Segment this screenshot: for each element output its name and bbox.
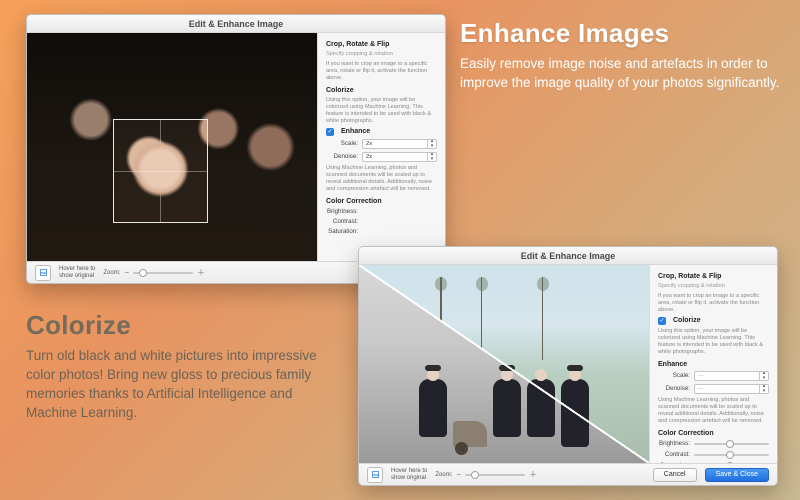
- zoom-out-icon[interactable]: −: [456, 470, 461, 479]
- brightness-slider[interactable]: [694, 440, 769, 448]
- scale-label: Scale:: [326, 140, 358, 147]
- colorize-section-title: Colorize: [673, 317, 701, 324]
- contrast-slider[interactable]: [694, 451, 769, 459]
- zoom-label: Zoom:: [103, 270, 120, 276]
- promo-colorize-title: Colorize: [26, 310, 346, 341]
- cancel-button[interactable]: Cancel: [653, 468, 697, 482]
- crop-section-title: Crop, Rotate & Flip: [326, 41, 437, 48]
- image-icon: [39, 268, 48, 277]
- show-original-toggle[interactable]: [35, 265, 51, 281]
- enhance-desc: Using Machine Learning, photos and scann…: [326, 165, 437, 193]
- contrast-label: Contrast:: [326, 218, 358, 225]
- crop-desc: If you want to crop an image to a specif…: [326, 61, 437, 82]
- show-original-toggle[interactable]: [367, 467, 383, 483]
- dialog-footer: Hover here to show original Zoom: − ＋ Ca…: [359, 463, 777, 485]
- side-panel: Crop, Rotate & Flip Specify cropping & r…: [317, 33, 445, 261]
- image-preview[interactable]: [359, 265, 649, 463]
- enhance-section-title: Enhance: [658, 361, 769, 368]
- saturation-label: Saturation:: [326, 228, 358, 235]
- colorize-checkbox-row[interactable]: ✓ Colorize: [658, 317, 769, 325]
- promo-enhance-body: Easily remove image noise and artefacts …: [460, 55, 780, 93]
- colorize-desc: Using this option, your image will be co…: [326, 97, 437, 125]
- enhance-section-title: Enhance: [341, 128, 370, 135]
- colorize-checkbox[interactable]: ✓: [658, 317, 666, 325]
- edit-enhance-window-2: Edit & Enhance Image Crop, Rotate & Flip…: [358, 246, 778, 486]
- crop-selection[interactable]: [114, 120, 207, 223]
- colorize-section-title: Colorize: [326, 87, 437, 94]
- zoom-slider[interactable]: [465, 474, 525, 476]
- hover-original-label: Hover here to show original: [59, 266, 95, 279]
- denoise-label: Denoise:: [658, 385, 690, 392]
- save-close-button[interactable]: Save & Close: [705, 468, 769, 482]
- promo-colorize-body: Turn old black and white pictures into i…: [26, 347, 346, 423]
- crop-subtitle: Specify cropping & rotation: [326, 51, 437, 58]
- denoise-label: Denoise:: [326, 153, 358, 160]
- crop-section-title: Crop, Rotate & Flip: [658, 273, 769, 280]
- crop-subtitle: Specify cropping & rotation: [658, 283, 769, 290]
- zoom-in-icon[interactable]: ＋: [197, 267, 205, 278]
- window-title: Edit & Enhance Image: [27, 15, 445, 33]
- step-down-icon[interactable]: ▾: [428, 144, 436, 149]
- denoise-stepper[interactable]: —▴▾: [694, 384, 769, 394]
- promo-colorize: Colorize Turn old black and white pictur…: [26, 310, 346, 423]
- scale-label: Scale:: [658, 372, 690, 379]
- contrast-label: Contrast:: [658, 451, 690, 458]
- promo-enhance-title: Enhance Images: [460, 18, 780, 49]
- enhance-checkbox[interactable]: ✓: [326, 128, 334, 136]
- brightness-label: Brightness:: [326, 208, 358, 215]
- promo-enhance: Enhance Images Easily remove image noise…: [460, 18, 780, 93]
- enhance-checkbox-row[interactable]: ✓ Enhance: [326, 128, 437, 136]
- enhance-desc: Using Machine Learning, photos and scann…: [658, 397, 769, 425]
- zoom-label: Zoom:: [435, 472, 452, 478]
- side-panel: Crop, Rotate & Flip Specify cropping & r…: [649, 265, 777, 463]
- window-title: Edit & Enhance Image: [359, 247, 777, 265]
- image-preview[interactable]: [27, 33, 317, 261]
- zoom-slider[interactable]: [133, 272, 193, 274]
- step-down-icon[interactable]: ▾: [428, 157, 436, 162]
- brightness-label: Brightness:: [658, 440, 690, 447]
- cc-section-title: Color Correction: [658, 430, 769, 437]
- zoom-in-icon[interactable]: ＋: [529, 469, 537, 480]
- denoise-stepper[interactable]: 2x ▴▾: [362, 152, 437, 162]
- colorize-desc: Using this option, your image will be co…: [658, 328, 769, 356]
- image-icon: [371, 470, 380, 479]
- zoom-out-icon[interactable]: −: [124, 268, 129, 277]
- hover-original-label: Hover here to show original: [391, 468, 427, 481]
- scale-stepper[interactable]: —▴▾: [694, 371, 769, 381]
- scale-stepper[interactable]: 2x ▴▾: [362, 139, 437, 149]
- crop-desc: If you want to crop an image to a specif…: [658, 293, 769, 314]
- cc-section-title: Color Correction: [326, 198, 437, 205]
- edit-enhance-window-1: Edit & Enhance Image Crop, Rotate & Flip…: [26, 14, 446, 284]
